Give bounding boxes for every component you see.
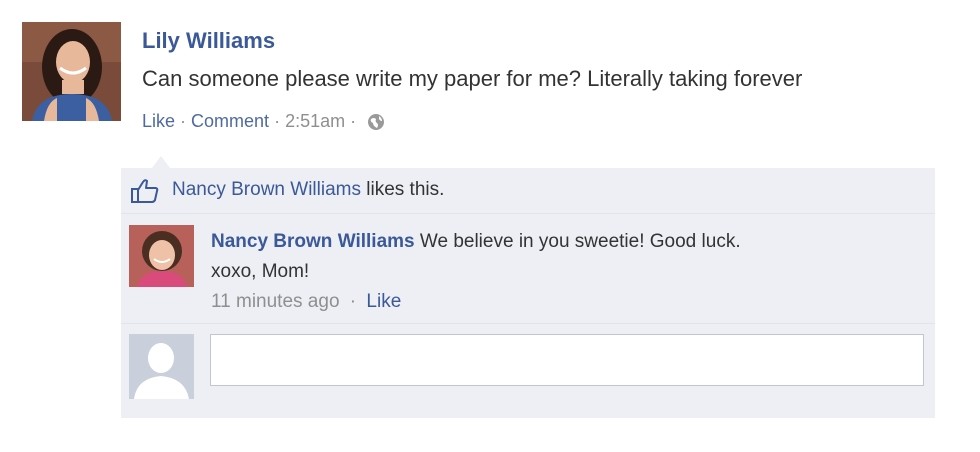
- thumbs-up-icon: [130, 178, 160, 204]
- feedback-section: Nancy Brown Williams likes this. Nancy B…: [121, 168, 935, 418]
- separator-dot: ·: [180, 111, 187, 131]
- comment-body: Nancy Brown Williams We believe in you s…: [211, 227, 911, 317]
- comment-like-link[interactable]: Like: [366, 291, 401, 312]
- liker-name-link[interactable]: Nancy Brown Williams: [172, 179, 361, 200]
- feed-post: Lily Williams Can someone please write m…: [0, 0, 980, 452]
- separator-dot: ·: [274, 111, 281, 131]
- comment-text: We believe in you sweetie! Good luck.: [419, 231, 741, 252]
- post-actions: Like · Comment · 2:51am ·: [142, 111, 385, 132]
- likes-text: Nancy Brown Williams likes this.: [172, 179, 444, 201]
- commenter-avatar[interactable]: [129, 225, 194, 287]
- separator-dot: ·: [350, 111, 357, 131]
- post-author-name[interactable]: Lily Williams: [142, 28, 275, 54]
- comment-author-link[interactable]: Nancy Brown Williams: [211, 231, 415, 252]
- separator-dot: ·: [349, 291, 357, 312]
- comment-timestamp[interactable]: 11 minutes ago: [211, 291, 340, 312]
- profile-photo-lily: [22, 22, 121, 121]
- comment-footer: 11 minutes ago · Like: [211, 287, 911, 317]
- post-author-avatar[interactable]: [22, 22, 121, 121]
- ufi-caret: [152, 156, 170, 168]
- post-comment-link[interactable]: Comment: [191, 111, 269, 132]
- comment-text-line2: xoxo, Mom!: [211, 261, 310, 282]
- reply-composer: [121, 324, 935, 418]
- post-like-link[interactable]: Like: [142, 111, 175, 132]
- comment-input[interactable]: [210, 334, 924, 386]
- profile-photo-nancy: [129, 225, 194, 287]
- comment-item: Nancy Brown Williams We believe in you s…: [121, 215, 935, 324]
- globe-icon[interactable]: [367, 113, 385, 131]
- default-avatar-icon: [129, 334, 194, 399]
- likes-summary: Nancy Brown Williams likes this.: [121, 168, 935, 214]
- post-timestamp[interactable]: 2:51am: [285, 111, 345, 132]
- likes-suffix: likes this.: [366, 179, 445, 200]
- post-message: Can someone please write my paper for me…: [142, 66, 803, 91]
